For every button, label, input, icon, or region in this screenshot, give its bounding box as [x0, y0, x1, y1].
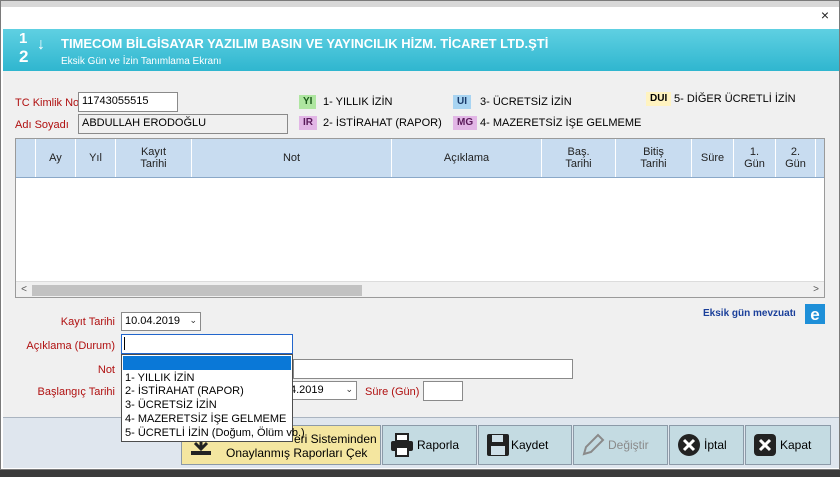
records-grid[interactable]: Ay Yıl Kayıt Tarihi Not Açıklama Baş. Ta…: [15, 138, 825, 298]
close-icon: [754, 434, 776, 456]
internet-explorer-icon[interactable]: e: [805, 304, 825, 324]
header-banner: 1 2 ↓ TIMECOM BİLGİSAYAR YAZILIM BASIN V…: [3, 29, 839, 71]
baslangic-tarihi-label: Başlangıç Tarihi: [37, 386, 115, 398]
legend-code-yi: YI: [299, 95, 317, 109]
tc-input[interactable]: 11743055515: [78, 92, 178, 112]
raporla-label: Raporla: [417, 438, 460, 452]
kapat-button[interactable]: Kapat: [745, 425, 831, 465]
iptal-button[interactable]: İptal: [669, 425, 744, 465]
reports-button-line1: eri Sisteminden: [294, 432, 377, 446]
pencil-icon: [582, 433, 605, 456]
arrow-down-icon: ↓: [37, 36, 45, 53]
printer-icon: [391, 433, 413, 457]
dialog-window: × 1 2 ↓ TIMECOM BİLGİSAYAR YAZILIM BASIN…: [0, 0, 840, 470]
dropdown-option[interactable]: 3- ÜCRETSİZ İZİN: [125, 399, 291, 412]
logo-digit-bottom: 2: [19, 47, 29, 66]
column-ay[interactable]: Ay: [36, 139, 76, 177]
grid-row-selector-header: [16, 139, 36, 177]
tc-label: TC Kimlik No: [15, 97, 80, 109]
horizontal-scrollbar[interactable]: < >: [16, 281, 824, 297]
scroll-left-icon[interactable]: <: [16, 282, 32, 297]
aciklama-label: Açıklama (Durum): [26, 340, 115, 352]
kapat-label: Kapat: [780, 438, 812, 452]
sure-input[interactable]: [423, 381, 463, 401]
company-title: TIMECOM BİLGİSAYAR YAZILIM BASIN VE YAYI…: [61, 36, 549, 51]
kayit-tarihi-label: Kayıt Tarihi: [60, 316, 115, 328]
legend-text-mg: 4- MAZERETSİZ İŞE GELMEME: [480, 117, 642, 129]
degistir-button[interactable]: Değiştir: [573, 425, 668, 465]
iptal-label: İptal: [704, 438, 727, 452]
legend-text-ir: 2- İSTİRAHAT (RAPOR): [323, 117, 442, 129]
dropdown-option[interactable]: 5- ÜCRETLİ İZİN (Doğum, Ölüm vb.): [125, 427, 305, 440]
name-label: Adı Soyadı: [15, 119, 69, 131]
not-label: Not: [97, 364, 115, 376]
grid-header-filler: [816, 139, 824, 177]
dropdown-option[interactable]: 4- MAZERETSİZ İŞE GELMEME: [125, 413, 291, 426]
legend-code-mg: MG: [453, 116, 478, 130]
text-caret: [124, 337, 125, 350]
logo: 1 2 ↓: [13, 30, 53, 70]
not-input[interactable]: [293, 359, 573, 379]
reports-button-line2: Onaylanmış Raporları Çek: [226, 446, 368, 460]
scroll-right-icon[interactable]: >: [808, 282, 824, 297]
aciklama-combo[interactable]: [121, 334, 293, 354]
column-kayit-tarihi[interactable]: Kayıt Tarihi: [116, 139, 192, 177]
kayit-tarihi-picker[interactable]: 10.04.2019 ⌄: [121, 312, 201, 331]
logo-digit-top: 1: [19, 30, 28, 47]
cancel-icon: [678, 434, 700, 456]
grid-header: Ay Yıl Kayıt Tarihi Not Açıklama Baş. Ta…: [16, 139, 824, 178]
legend-code-ir: IR: [299, 116, 317, 130]
dropdown-highlight-row[interactable]: [123, 356, 291, 370]
baslangic-tarihi-value: 4.2019: [290, 384, 324, 396]
svg-text:e: e: [810, 305, 819, 324]
column-bas-tarihi[interactable]: Baş. Tarihi: [542, 139, 616, 177]
legend-text-dui: 5- DİĞER ÜCRETLİ İZİN: [674, 93, 796, 105]
save-disk-icon: [487, 434, 509, 456]
eksik-gun-mevzuati-link[interactable]: Eksik gün mevzuatı: [703, 308, 796, 319]
raporla-button[interactable]: Raporla: [382, 425, 477, 465]
kaydet-button[interactable]: Kaydet: [478, 425, 572, 465]
column-aciklama[interactable]: Açıklama: [392, 139, 542, 177]
title-strip: [1, 1, 839, 7]
kayit-tarihi-value: 10.04.2019: [125, 315, 181, 327]
column-gun-1[interactable]: 1. Gün: [734, 139, 776, 177]
dropdown-option[interactable]: 1- YILLIK İZİN: [125, 372, 291, 385]
column-sure[interactable]: Süre: [692, 139, 734, 177]
legend-text-ui: 3- ÜCRETSİZ İZİN: [480, 96, 572, 108]
close-icon[interactable]: ×: [814, 6, 836, 24]
chevron-down-icon[interactable]: ⌄: [345, 382, 353, 396]
column-bitis-tarihi[interactable]: Bitiş Tarihi: [616, 139, 692, 177]
column-gun-2[interactable]: 2. Gün: [776, 139, 816, 177]
column-not[interactable]: Not: [192, 139, 392, 177]
legend-code-dui: DUI: [646, 92, 672, 106]
scrollbar-thumb[interactable]: [32, 285, 362, 296]
screen-subtitle: Eksik Gün ve İzin Tanımlama Ekranı: [61, 56, 222, 67]
chevron-down-icon[interactable]: ⌄: [189, 313, 197, 327]
sure-label: Süre (Gün): [365, 386, 420, 398]
legend-text-yi: 1- YILLIK İZİN: [323, 96, 393, 108]
aciklama-dropdown-list[interactable]: 1- YILLIK İZİN 2- İSTİRAHAT (RAPOR) 3- Ü…: [121, 354, 305, 442]
column-yil[interactable]: Yıl: [76, 139, 116, 177]
taskbar: [0, 470, 840, 477]
kaydet-label: Kaydet: [511, 438, 549, 452]
dropdown-option[interactable]: 2- İSTİRAHAT (RAPOR): [125, 385, 291, 398]
legend-code-ui: UI: [453, 95, 471, 109]
name-field: ABDULLAH ERODOĞLU: [78, 114, 288, 134]
degistir-label: Değiştir: [608, 438, 649, 452]
